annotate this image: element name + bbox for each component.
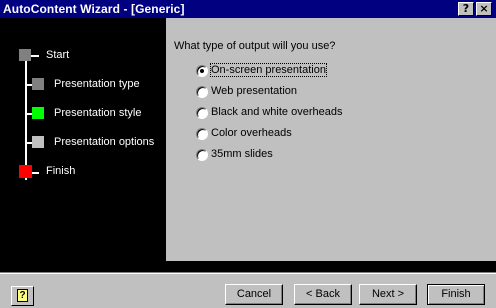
wizard-steps-panel: Start Presentation type Presentation sty… xyxy=(0,18,166,272)
radio-button[interactable] xyxy=(196,128,208,140)
option-label: On-screen presentation xyxy=(210,63,327,77)
option-label: 35mm slides xyxy=(211,148,273,160)
step-marker-finish xyxy=(19,165,32,178)
step-marker-style xyxy=(32,107,44,119)
office-assistant-button[interactable]: ? xyxy=(11,286,34,306)
step-marker-start xyxy=(19,49,31,61)
wizard-content-panel: What type of output will you use? On-scr… xyxy=(166,18,496,261)
radio-selected-dot xyxy=(200,69,204,73)
help-icon: ? xyxy=(17,289,28,302)
cancel-button[interactable]: Cancel xyxy=(225,284,283,305)
step-marker-options xyxy=(32,136,44,148)
step-label-finish: Finish xyxy=(46,165,76,177)
steps-connector-line xyxy=(25,55,27,180)
step-marker-type xyxy=(32,78,44,90)
back-button[interactable]: < Back xyxy=(294,284,352,305)
radio-button[interactable] xyxy=(196,107,208,119)
radio-button[interactable] xyxy=(196,65,208,77)
finish-button[interactable]: Finish xyxy=(427,284,485,305)
radio-button[interactable] xyxy=(196,86,208,98)
next-button[interactable]: Next > xyxy=(359,284,417,305)
option-label: Black and white overheads xyxy=(211,106,343,118)
window-title: AutoContent Wizard - [Generic] xyxy=(3,2,185,16)
title-bar: AutoContent Wizard - [Generic] ? × xyxy=(0,0,496,18)
step-label-options: Presentation options xyxy=(54,136,155,148)
content-bottom-strip xyxy=(166,261,496,272)
step-label-start: Start xyxy=(46,49,70,61)
step-label-style: Presentation style xyxy=(54,107,142,119)
close-icon: × xyxy=(479,2,489,15)
step-label-type: Presentation type xyxy=(54,78,140,90)
help-button[interactable]: ? xyxy=(458,2,474,16)
question-label: What type of output will you use? xyxy=(174,40,336,52)
option-label: Web presentation xyxy=(211,85,298,97)
radio-button[interactable] xyxy=(196,149,208,161)
footer-separator xyxy=(0,272,496,274)
option-label: Color overheads xyxy=(211,127,292,139)
question-icon: ? xyxy=(462,2,470,15)
close-button[interactable]: × xyxy=(476,2,492,16)
